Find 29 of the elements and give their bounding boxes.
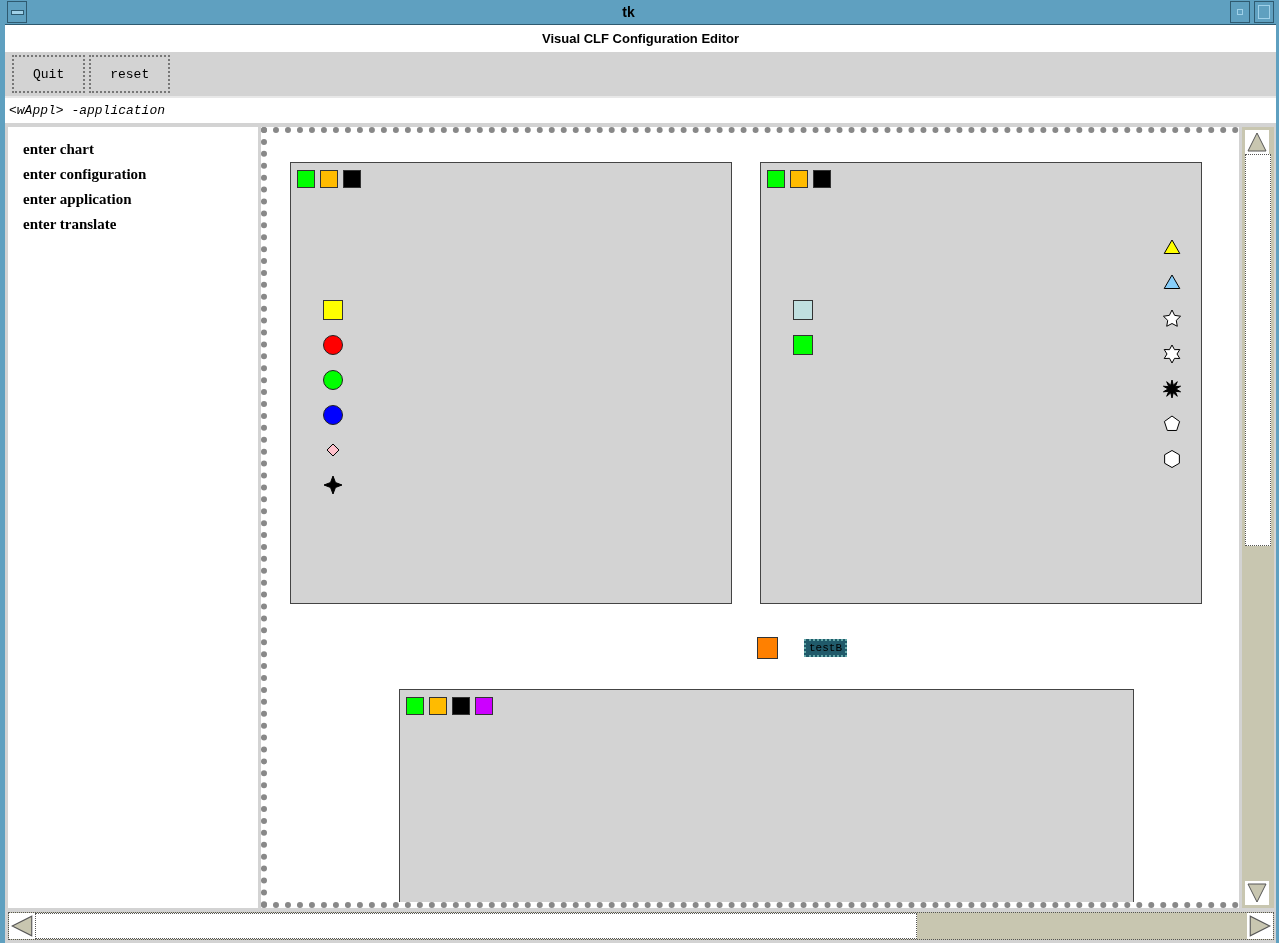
window-title: tk xyxy=(621,4,636,20)
down-arrow-icon[interactable] xyxy=(1245,881,1269,905)
color-swatch[interactable] xyxy=(320,170,338,188)
minimize-button[interactable] xyxy=(1230,1,1250,23)
vertical-scrollbar[interactable] xyxy=(1242,127,1274,908)
color-swatch[interactable] xyxy=(452,697,470,715)
toolbar-button[interactable]: Quit xyxy=(12,55,86,93)
app-header: Visual CLF Configuration Editor xyxy=(5,25,1276,52)
color-swatch[interactable] xyxy=(813,170,831,188)
right-arrow-icon[interactable] xyxy=(1247,913,1273,939)
color-swatch[interactable] xyxy=(790,170,808,188)
scroll-thumb[interactable] xyxy=(35,913,917,939)
sidebar-item[interactable]: enter application xyxy=(23,191,132,208)
color-swatch[interactable] xyxy=(343,170,361,188)
sidebar-item[interactable]: enter chart xyxy=(23,141,94,158)
color-swatch[interactable] xyxy=(475,697,493,715)
color-swatch[interactable] xyxy=(297,170,315,188)
left-arrow-icon[interactable] xyxy=(9,913,35,939)
color-swatch[interactable] xyxy=(767,170,785,188)
sidebar-item[interactable]: enter configuration xyxy=(23,166,147,183)
toolbar-button[interactable]: reset xyxy=(89,55,171,93)
color-swatch[interactable] xyxy=(406,697,424,715)
horizontal-scrollbar[interactable] xyxy=(8,912,1274,940)
scroll-thumb[interactable] xyxy=(1245,154,1271,546)
window-menu-button[interactable] xyxy=(7,1,27,23)
up-arrow-icon[interactable] xyxy=(1245,130,1269,154)
maximize-button[interactable] xyxy=(1254,1,1274,23)
sidebar-item[interactable]: enter translate xyxy=(23,216,117,233)
color-swatch[interactable] xyxy=(429,697,447,715)
